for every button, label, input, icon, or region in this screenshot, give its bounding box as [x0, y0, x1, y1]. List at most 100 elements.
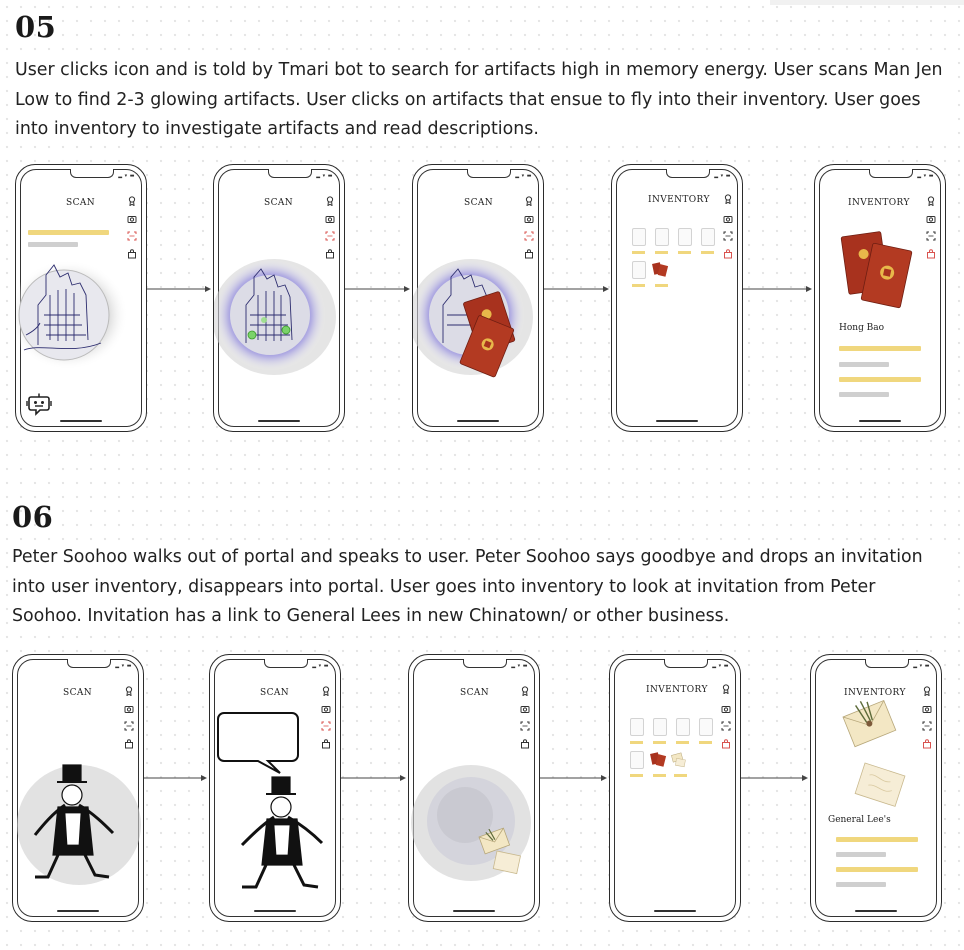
screen-title: INVENTORY [646, 685, 708, 695]
award-icon[interactable] [723, 194, 733, 204]
inventory-slot[interactable] [699, 718, 713, 736]
bag-icon[interactable] [524, 249, 534, 259]
bag-icon[interactable] [325, 249, 335, 259]
bag-icon[interactable] [127, 249, 137, 259]
bag-icon[interactable] [321, 739, 331, 749]
scan-icon[interactable] [124, 721, 134, 731]
description-line [839, 392, 889, 397]
inventory-slot[interactable] [676, 718, 690, 736]
flow-arrow [147, 286, 211, 292]
home-indicator [258, 420, 300, 422]
slot-label-bar [653, 774, 666, 777]
phone-notch [463, 659, 507, 668]
invitation-thumbnail[interactable] [670, 751, 688, 769]
description-line: Soohoo. Invitation has a link to General… [12, 606, 730, 626]
bag-icon[interactable] [721, 739, 731, 749]
inventory-slot[interactable] [632, 228, 646, 246]
bag-icon[interactable] [723, 249, 733, 259]
scan-icon[interactable] [325, 231, 335, 241]
phone-screen-inventory-detail: ▂ ▾ ▬ INVENTORY General Lee's [810, 654, 942, 922]
scan-icon[interactable] [321, 721, 331, 731]
slot-label-bar [630, 741, 643, 744]
screen-title: SCAN [264, 198, 294, 208]
flow-arrow [540, 775, 607, 781]
slot-label-bar [701, 251, 714, 254]
section-number: 05 [15, 10, 57, 44]
scan-icon[interactable] [520, 721, 530, 731]
award-icon[interactable] [524, 196, 534, 206]
camera-icon[interactable] [922, 704, 932, 714]
section-description: User clicks icon and is told by Tmari bo… [15, 56, 955, 145]
bag-icon[interactable] [926, 249, 936, 259]
scan-icon[interactable] [127, 231, 137, 241]
scan-icon[interactable] [524, 231, 534, 241]
inventory-slot[interactable] [653, 718, 667, 736]
hong-bao-thumbnail[interactable] [650, 751, 668, 769]
phone-notch [666, 169, 710, 178]
phone-screen-scan-glow: ▂ ▾ ▬ SCAN [213, 164, 345, 432]
status-icons: ▂ ▾ ▬ [312, 663, 329, 669]
phone-screen-inventory-detail: ▂ ▾ ▬ INVENTORY Hong Bao [814, 164, 946, 432]
scan-icon[interactable] [922, 721, 932, 731]
inventory-slot[interactable] [678, 228, 692, 246]
message-line [28, 230, 109, 235]
award-icon[interactable] [321, 686, 331, 696]
camera-icon[interactable] [325, 214, 335, 224]
camera-icon[interactable] [124, 704, 134, 714]
award-icon[interactable] [922, 686, 932, 696]
status-icons: ▂ ▾ ▬ [515, 173, 532, 179]
flow-arrow [544, 286, 609, 292]
flow-arrow [741, 775, 808, 781]
scan-icon[interactable] [926, 231, 936, 241]
bag-icon[interactable] [520, 739, 530, 749]
camera-icon[interactable] [127, 214, 137, 224]
home-indicator [254, 910, 296, 912]
camera-icon[interactable] [321, 704, 331, 714]
phone-screen-scan-speech: ▂ ▾ ▬ SCAN [209, 654, 341, 922]
status-icons: ▂ ▾ ▬ [913, 663, 930, 669]
scan-icon[interactable] [723, 231, 733, 241]
status-icons: ▂ ▾ ▬ [316, 173, 333, 179]
camera-icon[interactable] [926, 214, 936, 224]
description-line: into inventory to investigate artifacts … [15, 119, 539, 139]
award-icon[interactable] [325, 196, 335, 206]
inventory-slot[interactable] [632, 261, 646, 279]
screen-title: SCAN [63, 688, 93, 698]
inventory-slot[interactable] [630, 751, 644, 769]
phone-notch [67, 659, 111, 668]
status-icons: ▂ ▾ ▬ [118, 173, 135, 179]
status-icons: ▂ ▾ ▬ [115, 663, 132, 669]
phone-screen-scan-invitation: ▂ ▾ ▬ SCAN [408, 654, 540, 922]
home-indicator [654, 910, 696, 912]
camera-icon[interactable] [721, 704, 731, 714]
flow-arrow [743, 286, 812, 292]
section-05: 05 User clicks icon and is told by Tmari… [0, 0, 964, 445]
inventory-slot[interactable] [701, 228, 715, 246]
bot-icon[interactable] [26, 391, 52, 417]
slot-label-bar [676, 741, 689, 744]
camera-icon[interactable] [524, 214, 534, 224]
slot-label-bar [655, 284, 668, 287]
status-icons: ▂ ▾ ▬ [714, 173, 731, 179]
phone-notch [264, 659, 308, 668]
award-icon[interactable] [124, 686, 134, 696]
inventory-slot[interactable] [630, 718, 644, 736]
hong-bao-thumbnail[interactable] [652, 261, 670, 279]
award-icon[interactable] [127, 196, 137, 206]
phone-notch [865, 659, 909, 668]
phone-screen-scan-artifacts: ▂ ▾ ▬ SCAN [412, 164, 544, 432]
award-icon[interactable] [520, 686, 530, 696]
camera-icon[interactable] [723, 214, 733, 224]
slot-label-bar [655, 251, 668, 254]
camera-icon[interactable] [520, 704, 530, 714]
bag-icon[interactable] [922, 739, 932, 749]
bag-icon[interactable] [124, 739, 134, 749]
screen-title: INVENTORY [848, 198, 910, 208]
award-icon[interactable] [721, 684, 731, 694]
phone-screen-inventory-grid: ▂ ▾ ▬ INVENTORY [609, 654, 741, 922]
description-line: into user inventory, disappears into por… [12, 576, 876, 597]
award-icon[interactable] [926, 196, 936, 206]
scan-icon[interactable] [721, 721, 731, 731]
phone-notch [467, 169, 511, 178]
inventory-slot[interactable] [655, 228, 669, 246]
